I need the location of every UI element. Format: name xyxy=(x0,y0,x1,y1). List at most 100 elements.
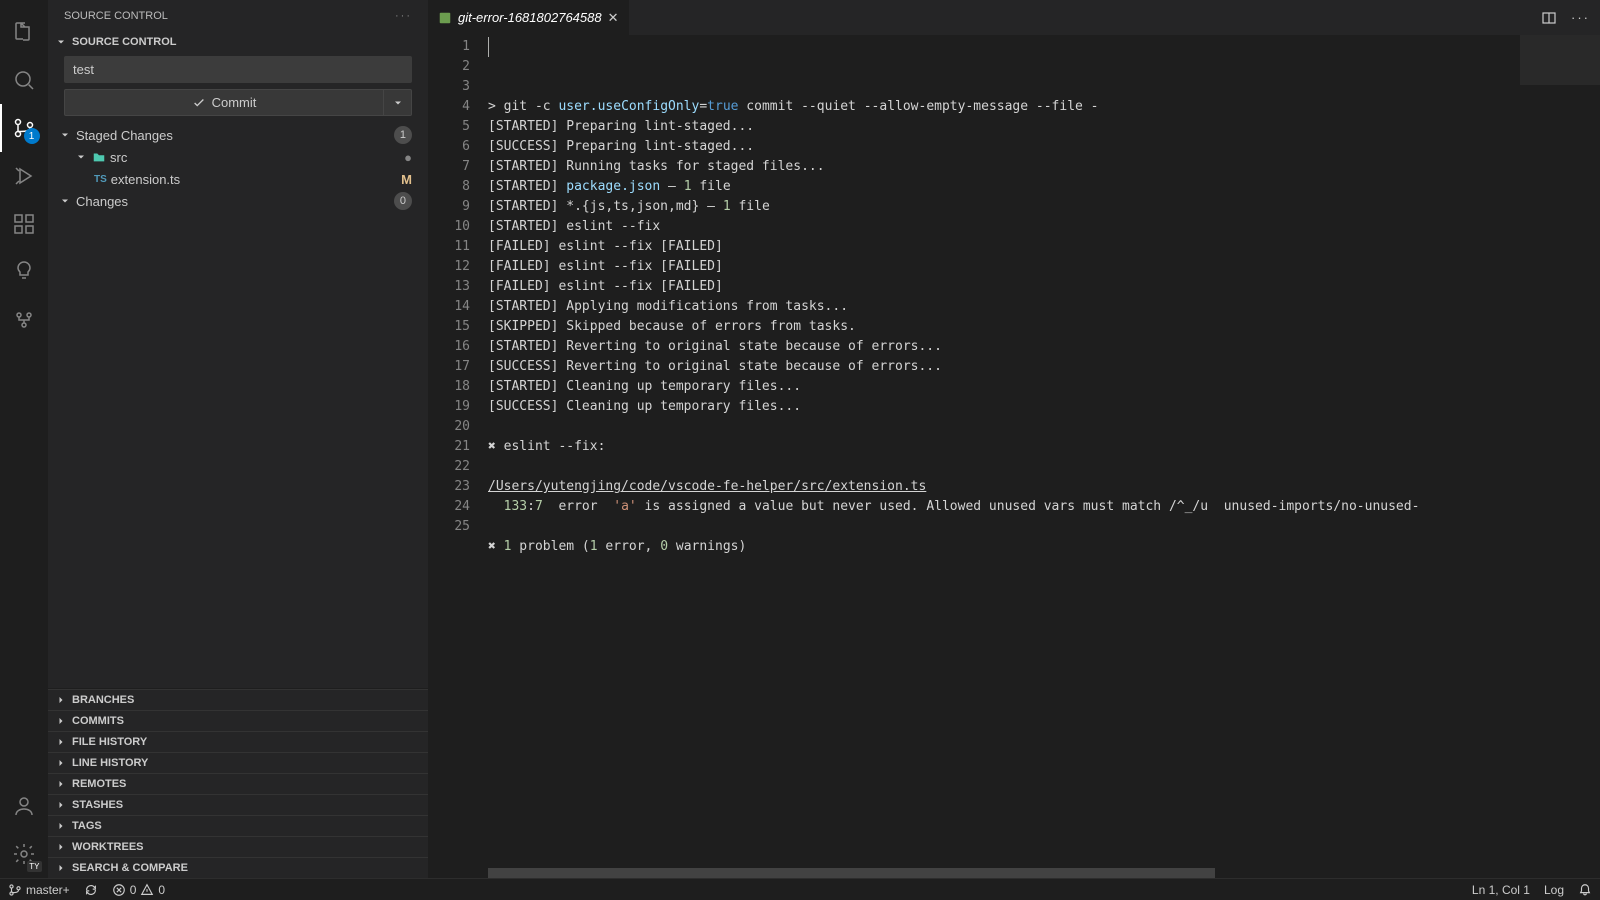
staged-count: 1 xyxy=(394,126,412,144)
activity-search[interactable] xyxy=(0,56,48,104)
horizontal-scrollbar[interactable] xyxy=(428,868,1600,878)
chevron-down-icon xyxy=(54,36,68,48)
file-icon xyxy=(438,11,452,25)
check-icon xyxy=(192,96,206,110)
collapsed-section[interactable]: FILE HISTORY xyxy=(48,731,428,752)
folder-row[interactable]: src ● xyxy=(48,146,428,168)
code-line[interactable]: > git -c user.useConfigOnly=true commit … xyxy=(488,97,1520,117)
code-line[interactable] xyxy=(488,417,1520,437)
code-line[interactable]: ✖ eslint --fix: xyxy=(488,437,1520,457)
error-icon xyxy=(112,883,126,897)
more-tabs-icon[interactable]: ··· xyxy=(1571,10,1590,25)
file-status: M xyxy=(401,172,412,187)
activity-extra-1[interactable] xyxy=(0,248,48,296)
code-line[interactable]: [STARTED] package.json — 1 file xyxy=(488,177,1520,197)
sidebar: SOURCE CONTROL ··· SOURCE CONTROL Commit xyxy=(48,0,428,878)
collapsed-section-label: TAGS xyxy=(72,820,102,832)
commit-button[interactable]: Commit xyxy=(64,89,384,116)
scrollbar-thumb[interactable] xyxy=(488,868,1215,878)
code-line[interactable] xyxy=(488,517,1520,537)
code-line[interactable]: [STARTED] Cleaning up temporary files... xyxy=(488,377,1520,397)
changes-label: Changes xyxy=(76,194,128,209)
file-row[interactable]: TS extension.ts M xyxy=(48,168,428,190)
collapsed-section[interactable]: WORKTREES xyxy=(48,836,428,857)
split-editor-icon[interactable] xyxy=(1541,10,1557,26)
status-cursor-position[interactable]: Ln 1, Col 1 xyxy=(1472,883,1530,897)
sidebar-more-icon[interactable]: ··· xyxy=(395,10,412,22)
close-icon[interactable]: ✕ xyxy=(608,10,619,26)
commit-button-label: Commit xyxy=(212,95,257,110)
code-content[interactable]: > git -c user.useConfigOnly=true commit … xyxy=(488,35,1520,868)
branch-icon xyxy=(8,883,22,897)
activity-settings[interactable]: TY xyxy=(0,830,48,878)
activity-source-control[interactable]: 1 xyxy=(0,104,48,152)
code-line[interactable]: [FAILED] eslint --fix [FAILED] xyxy=(488,257,1520,277)
chevron-down-icon xyxy=(58,129,72,141)
code-line[interactable]: [SKIPPED] Skipped because of errors from… xyxy=(488,317,1520,337)
code-line[interactable]: [STARTED] Reverting to original state be… xyxy=(488,337,1520,357)
warning-icon xyxy=(140,883,154,897)
chevron-right-icon xyxy=(54,757,68,769)
code-line[interactable]: [FAILED] eslint --fix [FAILED] xyxy=(488,237,1520,257)
collapsed-section-label: SEARCH & COMPARE xyxy=(72,862,188,874)
code-line[interactable]: [SUCCESS] Preparing lint-staged... xyxy=(488,137,1520,157)
activity-extra-2[interactable] xyxy=(0,296,48,344)
activity-account[interactable] xyxy=(0,782,48,830)
chevron-down-icon xyxy=(58,195,72,207)
minimap[interactable] xyxy=(1520,35,1600,868)
collapsed-section[interactable]: REMOTES xyxy=(48,773,428,794)
editor-body[interactable]: 1234567891011121314151617181920212223242… xyxy=(428,35,1600,868)
code-line[interactable]: [STARTED] Preparing lint-staged... xyxy=(488,117,1520,137)
chevron-right-icon xyxy=(54,841,68,853)
chevron-right-icon xyxy=(54,862,68,874)
changes-group[interactable]: Changes 0 xyxy=(48,190,428,212)
collapsed-section[interactable]: SEARCH & COMPARE xyxy=(48,857,428,878)
sync-icon xyxy=(84,883,98,897)
status-log[interactable]: Log xyxy=(1544,883,1564,897)
staged-changes-group[interactable]: Staged Changes 1 xyxy=(48,124,428,146)
code-line[interactable]: /Users/yutengjing/code/vscode-fe-helper/… xyxy=(488,477,1520,497)
code-line[interactable]: [FAILED] eslint --fix [FAILED] xyxy=(488,277,1520,297)
changes-count: 0 xyxy=(394,192,412,210)
status-branch[interactable]: master+ xyxy=(8,883,70,897)
folder-name: src xyxy=(110,150,127,165)
bell-icon xyxy=(1578,883,1592,897)
commit-dropdown[interactable] xyxy=(384,89,412,116)
file-name: extension.ts xyxy=(111,172,180,187)
chevron-right-icon xyxy=(54,715,68,727)
collapsed-section[interactable]: STASHES xyxy=(48,794,428,815)
status-bar: master+ 0 0 Ln 1, Col 1 Log xyxy=(0,878,1600,900)
collapsed-section[interactable]: LINE HISTORY xyxy=(48,752,428,773)
activity-explorer[interactable] xyxy=(0,8,48,56)
status-sync[interactable] xyxy=(84,883,98,897)
code-line[interactable]: 133:7 error 'a' is assigned a value but … xyxy=(488,497,1520,517)
activity-run-debug[interactable] xyxy=(0,152,48,200)
activity-extensions[interactable] xyxy=(0,200,48,248)
collapsed-section-label: STASHES xyxy=(72,799,123,811)
collapsed-section[interactable]: COMMITS xyxy=(48,710,428,731)
chevron-right-icon xyxy=(54,799,68,811)
sc-repo-header[interactable]: SOURCE CONTROL xyxy=(48,32,428,52)
code-line[interactable]: [STARTED] *.{js,ts,json,md} — 1 file xyxy=(488,197,1520,217)
status-problems[interactable]: 0 0 xyxy=(112,883,165,897)
tab-title: git-error-1681802764588 xyxy=(458,10,602,25)
tabs-bar: git-error-1681802764588 ✕ ··· xyxy=(428,0,1600,35)
code-line[interactable]: [STARTED] eslint --fix xyxy=(488,217,1520,237)
code-line[interactable]: ✖ 1 problem (1 error, 0 warnings) xyxy=(488,537,1520,557)
minimap-viewport[interactable] xyxy=(1520,35,1600,85)
collapsed-section-label: BRANCHES xyxy=(72,694,134,706)
status-bell[interactable] xyxy=(1578,883,1592,897)
code-line[interactable]: [STARTED] Applying modifications from ta… xyxy=(488,297,1520,317)
code-line[interactable] xyxy=(488,557,1520,577)
code-line[interactable]: [SUCCESS] Cleaning up temporary files... xyxy=(488,397,1520,417)
code-line[interactable]: [STARTED] Running tasks for staged files… xyxy=(488,157,1520,177)
code-line[interactable] xyxy=(488,457,1520,477)
scm-badge: 1 xyxy=(24,128,40,144)
code-line[interactable] xyxy=(488,577,1520,597)
code-line[interactable]: [SUCCESS] Reverting to original state be… xyxy=(488,357,1520,377)
collapsed-section[interactable]: TAGS xyxy=(48,815,428,836)
commit-message-input[interactable] xyxy=(64,56,412,83)
editor-tab[interactable]: git-error-1681802764588 ✕ xyxy=(428,0,630,35)
collapsed-section[interactable]: BRANCHES xyxy=(48,689,428,710)
chevron-right-icon xyxy=(54,820,68,832)
